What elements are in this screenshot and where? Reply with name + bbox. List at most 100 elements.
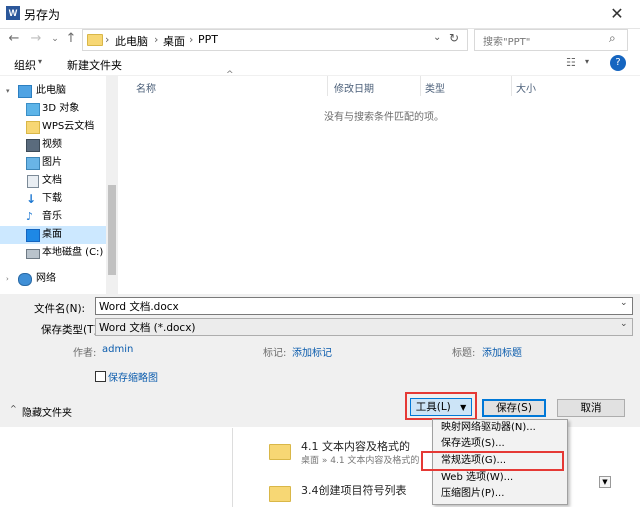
menu-item-save-options[interactable]: 保存选项(S)...: [441, 436, 561, 452]
computer-icon: [18, 85, 32, 98]
background-entry-path: 桌面 » 4.1 文本内容及格式的: [301, 456, 420, 466]
add-tags-link[interactable]: 添加标记: [292, 344, 332, 359]
search-placeholder: 搜索"PPT": [483, 37, 531, 48]
word-app-icon: W: [6, 6, 20, 20]
filetype-select[interactable]: Word 文档 (*.docx): [95, 318, 633, 336]
sidebar-item-desktop[interactable]: 桌面: [0, 226, 106, 244]
sidebar-item-wps-cloud[interactable]: WPS云文档: [0, 118, 106, 136]
chevron-right-icon: ›: [189, 33, 194, 46]
drive-icon: [26, 249, 40, 259]
forward-arrow-icon[interactable]: →: [28, 29, 44, 49]
breadcrumb-this-pc[interactable]: 此电脑: [115, 33, 148, 49]
author-value[interactable]: admin: [102, 344, 133, 355]
music-icon: ♪: [26, 210, 34, 223]
menu-item-map-network-drive[interactable]: 映射网络驱动器(N)...: [441, 420, 561, 436]
column-divider: [511, 76, 512, 96]
filetype-label: 保存类型(T):: [41, 324, 102, 336]
save-button[interactable]: 保存(S): [482, 399, 546, 417]
filetype-dropdown-icon[interactable]: ⌄: [620, 319, 628, 329]
help-icon[interactable]: ?: [610, 55, 626, 71]
breadcrumb-desktop[interactable]: 桌面: [163, 33, 185, 49]
tools-dropdown-icon: ▼: [460, 403, 467, 412]
download-icon: ↓: [26, 192, 37, 206]
sidebar-item-network[interactable]: › 网络: [0, 270, 106, 288]
view-options-icon[interactable]: ☷: [566, 56, 576, 69]
hide-folders-button[interactable]: 隐藏文件夹: [22, 404, 72, 419]
close-icon[interactable]: ✕: [606, 4, 628, 24]
refresh-icon[interactable]: ↻: [449, 31, 459, 45]
sidebar-item-this-pc[interactable]: ▾ 此电脑: [0, 82, 106, 100]
empty-folder-message: 没有与搜索条件匹配的项。: [324, 112, 444, 123]
author-label: 作者:: [73, 348, 97, 359]
video-icon: [26, 139, 40, 152]
sidebar-item-videos[interactable]: 视频: [0, 136, 106, 154]
folder-icon: [269, 486, 291, 502]
scroll-down-icon[interactable]: ▼: [599, 476, 611, 488]
sidebar-item-downloads[interactable]: ↓ 下载: [0, 190, 106, 208]
thumbnail-label[interactable]: 保存缩略图: [108, 369, 158, 384]
cancel-button[interactable]: 取消: [557, 399, 625, 417]
add-title-link[interactable]: 添加标题: [482, 344, 522, 359]
address-dropdown-icon[interactable]: ⌄: [433, 32, 441, 43]
menu-item-web-options[interactable]: Web 选项(W)...: [441, 470, 561, 486]
sidebar-item-label: 下载: [42, 193, 62, 204]
sidebar-item-label: 文档: [42, 175, 62, 186]
tags-label: 标记:: [263, 348, 287, 359]
organize-button[interactable]: 组织: [14, 57, 36, 73]
collapse-chevron-icon[interactable]: ^: [10, 404, 17, 413]
column-header-modified[interactable]: 修改日期: [334, 80, 374, 95]
expand-chevron-icon[interactable]: ›: [6, 270, 9, 288]
navigation-pane: ▾ 此电脑 3D 对象 WPS云文档 视频 图片 文档 ↓ 下载 ♪ 音乐 桌面…: [0, 76, 118, 294]
network-icon: [18, 273, 32, 286]
tools-button-label: 工具(L): [415, 401, 451, 413]
column-header-name[interactable]: 名称: [136, 80, 156, 95]
folder-icon: [26, 121, 40, 134]
tools-button[interactable]: 工具(L) ▼: [410, 398, 472, 416]
filename-label: 文件名(N):: [34, 303, 86, 315]
sidebar-item-3d-objects[interactable]: 3D 对象: [0, 100, 106, 118]
column-divider: [420, 76, 421, 96]
sidebar-item-music[interactable]: ♪ 音乐: [0, 208, 106, 226]
breadcrumb-ppt[interactable]: PPT: [198, 33, 218, 46]
picture-icon: [26, 157, 40, 170]
folder-icon: [269, 444, 291, 460]
filename-dropdown-icon[interactable]: ⌄: [620, 298, 628, 308]
column-header-size[interactable]: 大小: [516, 80, 536, 95]
document-icon: [27, 175, 39, 188]
sidebar-item-label: 3D 对象: [42, 103, 80, 114]
menu-item-compress-pictures[interactable]: 压缩图片(P)...: [441, 486, 561, 502]
sidebar-item-label: 音乐: [42, 211, 62, 222]
sidebar-item-label: 桌面: [42, 229, 62, 240]
sidebar-item-label: 视频: [42, 139, 62, 150]
background-entry-title: 4.1 文本内容及格式的: [301, 440, 410, 453]
general-options-highlight-box: [421, 451, 564, 471]
thumbnail-checkbox[interactable]: [95, 371, 106, 382]
search-icon[interactable]: ⌕: [609, 31, 616, 46]
title-label: 标题:: [452, 348, 476, 359]
new-folder-button[interactable]: 新建文件夹: [67, 57, 122, 73]
filename-field[interactable]: Word 文档.docx: [95, 297, 633, 315]
column-header-type[interactable]: 类型: [425, 80, 445, 95]
title-bar: W 另存为 ✕: [0, 0, 640, 29]
back-arrow-icon[interactable]: ←: [6, 29, 22, 49]
sidebar-item-label: 本地磁盘 (C:): [42, 247, 104, 258]
sidebar-item-documents[interactable]: 文档: [0, 172, 106, 190]
sidebar-item-local-disk[interactable]: 本地磁盘 (C:): [0, 244, 106, 262]
sidebar-item-label: 此电脑: [36, 85, 66, 96]
up-arrow-icon[interactable]: ↑: [63, 29, 79, 49]
recent-dropdown-icon[interactable]: ⌄: [47, 29, 63, 49]
column-divider: [327, 76, 328, 96]
expand-chevron-icon[interactable]: ▾: [6, 82, 10, 100]
address-bar[interactable]: › 此电脑 › 桌面 › PPT ⌄ ↻: [82, 29, 468, 51]
view-dropdown-icon[interactable]: ▾: [585, 57, 589, 66]
desktop-icon: [26, 229, 40, 242]
sidebar-item-pictures[interactable]: 图片: [0, 154, 106, 172]
scrollbar-thumb[interactable]: [108, 185, 116, 275]
window-title: 另存为: [24, 8, 61, 22]
folder-icon: [87, 34, 103, 46]
search-input[interactable]: 搜索"PPT" ⌕: [474, 29, 628, 51]
toolbar: 组织 ▾ 新建文件夹 ☷ ▾ ?: [0, 53, 640, 76]
chevron-right-icon: ›: [154, 33, 159, 46]
organize-dropdown-icon[interactable]: ▾: [38, 57, 42, 66]
cube-icon: [26, 103, 40, 116]
